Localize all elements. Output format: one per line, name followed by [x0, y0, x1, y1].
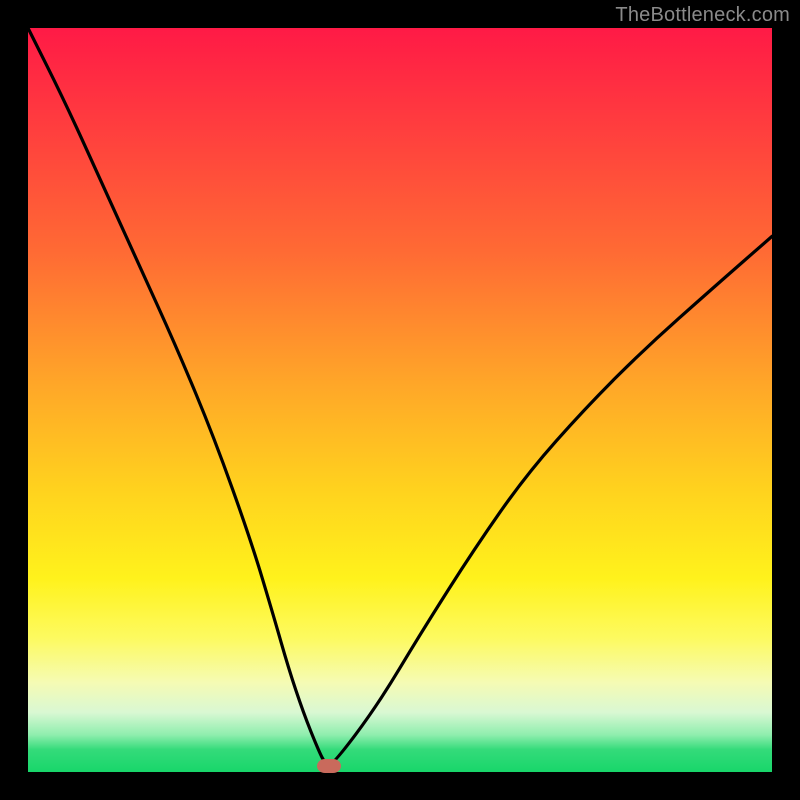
plot-area: [28, 28, 772, 772]
watermark-text: TheBottleneck.com: [615, 4, 790, 27]
bottleneck-curve: [28, 28, 772, 772]
optimum-marker: [317, 759, 341, 773]
chart-frame: TheBottleneck.com: [0, 0, 800, 800]
